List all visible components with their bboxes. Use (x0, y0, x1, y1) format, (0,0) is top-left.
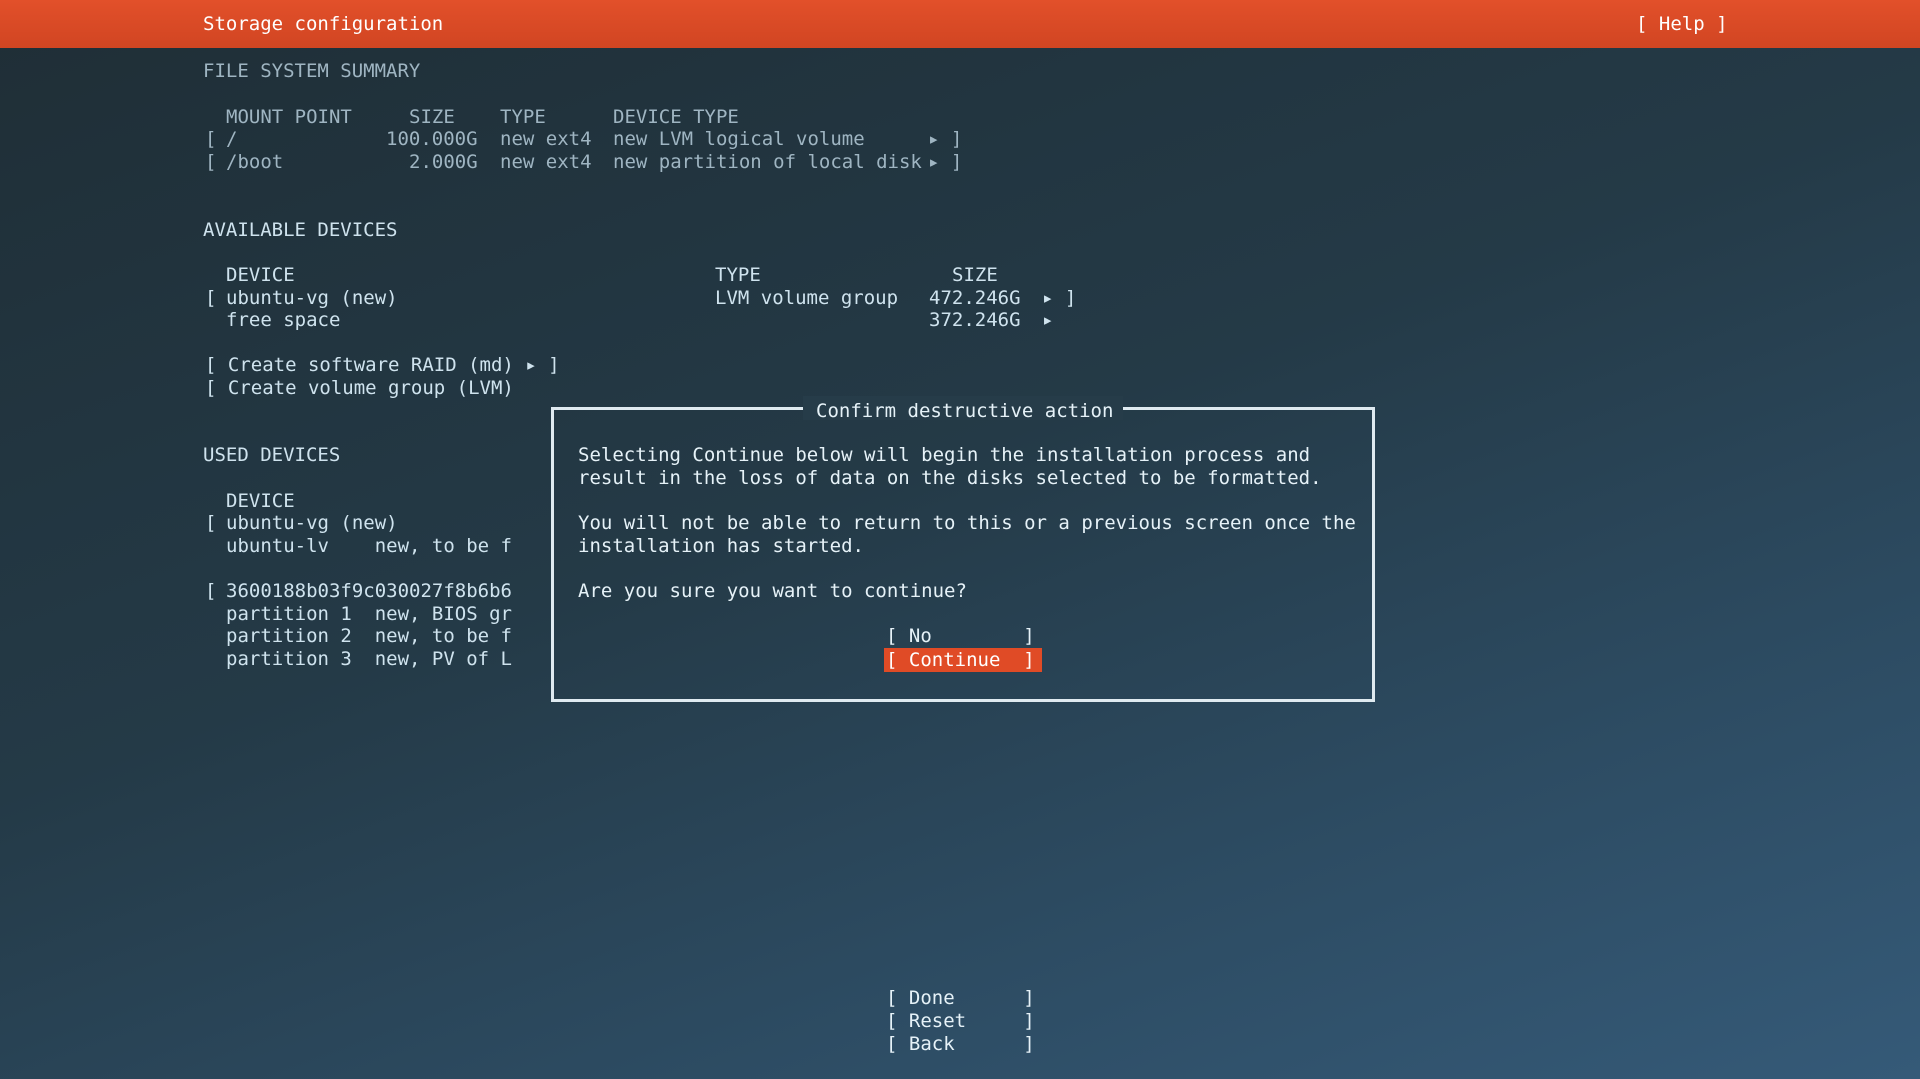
column-header-type: TYPE (715, 264, 761, 286)
size-value: 100.000G (386, 128, 478, 150)
continue-button[interactable]: [ Continue ] (886, 649, 1035, 671)
dialog-message-line: installation has started. (578, 535, 864, 557)
back-button[interactable]: [ Back ] (886, 1033, 1035, 1055)
help-button[interactable]: [ Help ] (1636, 13, 1728, 35)
used-device-text: 3600188b03f9c030027f8b6b6 (226, 580, 512, 602)
device-size: 372.246G (929, 309, 1021, 331)
device-type-value: new partition of local disk (613, 151, 922, 173)
section-heading-available-devices: AVAILABLE DEVICES (203, 219, 398, 241)
done-button[interactable]: [ Done ] (886, 987, 1035, 1009)
row-menu-arrow-icon[interactable]: ▸ ] (928, 128, 962, 150)
used-device-text: partition 1 new, BIOS gr (226, 603, 512, 625)
row-menu-arrow-icon[interactable]: ▸ ] (1042, 287, 1076, 309)
column-header-device: DEVICE (226, 490, 295, 512)
dialog-question: Are you sure you want to continue? (578, 580, 967, 602)
row-menu-arrow-icon[interactable]: ▸ ] (928, 151, 962, 173)
dialog-title: Confirm destructive action (816, 400, 1114, 422)
column-header-device-type: DEVICE TYPE (613, 106, 739, 128)
size-value: 2.000G (409, 151, 478, 173)
device-type-value: new LVM logical volume (613, 128, 865, 150)
row-bracket: [ (205, 151, 217, 173)
create-software-raid-button[interactable]: [ Create software RAID (md) ▸ ] (205, 354, 560, 376)
column-header-size: SIZE (952, 264, 998, 286)
row-menu-arrow-icon[interactable]: ▸ (1042, 309, 1053, 331)
column-header-device: DEVICE (226, 264, 295, 286)
used-device-text: partition 2 new, to be f (226, 625, 512, 647)
section-heading-used-devices: USED DEVICES (203, 444, 341, 466)
reset-button[interactable]: [ Reset ] (886, 1010, 1035, 1032)
used-device-text: partition 3 new, PV of L (226, 648, 512, 670)
row-bracket: [ (205, 287, 217, 309)
used-device-text: ubuntu-vg (new) (226, 512, 398, 534)
page-title: Storage configuration (203, 13, 444, 35)
device-type: LVM volume group (715, 287, 899, 309)
header-bar: Storage configuration [ Help ] (0, 0, 1920, 48)
row-bracket: [ (205, 580, 217, 602)
mount-point: /boot (226, 151, 284, 173)
section-heading-fs-summary: FILE SYSTEM SUMMARY (203, 60, 421, 82)
create-volume-group-button[interactable]: [ Create volume group (LVM) (205, 377, 514, 399)
dialog-message-line: You will not be able to return to this o… (578, 512, 1356, 534)
column-header-type: TYPE (500, 106, 546, 128)
device-name: free space (226, 309, 341, 331)
column-header-mount-point: MOUNT POINT (226, 106, 352, 128)
no-button[interactable]: [ No ] (886, 625, 1035, 647)
row-bracket: [ (205, 512, 217, 534)
device-size: 472.246G (929, 287, 1021, 309)
type-value: new ext4 (500, 151, 592, 173)
row-bracket: [ (205, 128, 217, 150)
used-device-text: ubuntu-lv new, to be f (226, 535, 512, 557)
dialog-message-line: result in the loss of data on the disks … (578, 467, 1322, 489)
type-value: new ext4 (500, 128, 592, 150)
device-name: ubuntu-vg (new) (226, 287, 398, 309)
column-header-size: SIZE (409, 106, 455, 128)
mount-point: / (226, 128, 238, 150)
dialog-message-line: Selecting Continue below will begin the … (578, 444, 1311, 466)
